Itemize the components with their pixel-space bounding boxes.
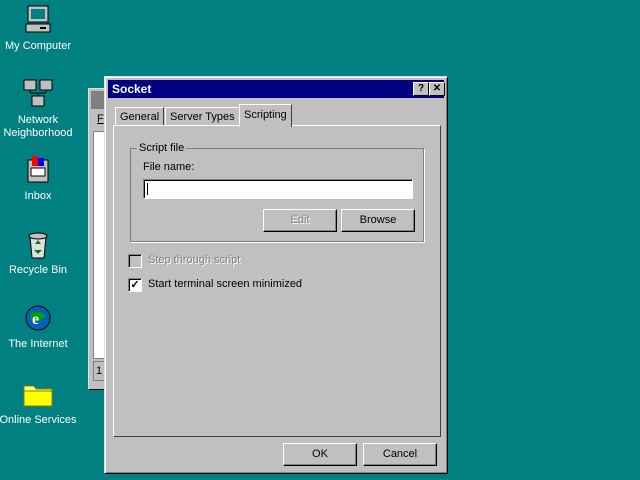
scripting-panel: Script file File name: Edit Browse Step … [113, 125, 441, 437]
desktop-icon-recycle-bin[interactable]: Recycle Bin [0, 228, 78, 277]
step-through-label: Step through script [148, 254, 241, 266]
ok-button[interactable]: OK [283, 443, 357, 466]
folder-icon [22, 378, 54, 410]
script-file-legend: Script file [137, 142, 187, 154]
desktop-icon-label: Recycle Bin [8, 264, 68, 276]
desktop-icon-the-internet[interactable]: e The Internet [0, 302, 78, 351]
network-icon [22, 78, 54, 110]
cancel-button[interactable]: Cancel [363, 443, 437, 466]
tab-server-types[interactable]: Server Types [165, 107, 240, 126]
desktop-icon-online-services[interactable]: Online Services [0, 378, 78, 427]
desktop-icon-label: My Computer [4, 40, 72, 52]
socket-dialog: Socket ? ✕ General Server Types Scriptin… [104, 76, 448, 474]
dialog-titlebar[interactable]: Socket ? ✕ [108, 80, 445, 98]
step-through-checkbox[interactable] [128, 254, 142, 268]
tab-scripting[interactable]: Scripting [239, 104, 292, 127]
computer-icon [22, 4, 54, 36]
background-window-menu[interactable]: F [97, 113, 104, 125]
desktop-icon-label: Inbox [24, 190, 52, 202]
internet-icon: e [22, 302, 54, 334]
tab-general[interactable]: General [115, 107, 165, 126]
start-minimized-checkbox[interactable]: ✓ [128, 278, 142, 292]
desktop-icon-my-computer[interactable]: My Computer [0, 4, 78, 53]
browse-button[interactable]: Browse [341, 209, 415, 232]
script-file-group: Script file File name: Edit Browse [130, 142, 424, 242]
desktop-icon-label: The Internet [8, 338, 68, 350]
close-button[interactable]: ✕ [429, 82, 445, 96]
file-name-label: File name: [143, 161, 195, 173]
svg-text:e: e [32, 311, 39, 328]
desktop-icon-label: Network Neighborhood [3, 114, 73, 139]
recycle-bin-icon [22, 228, 54, 260]
dialog-title: Socket [112, 82, 152, 96]
text-caret [147, 183, 148, 195]
edit-button[interactable]: Edit [263, 209, 337, 232]
desktop-icon-network-neighborhood[interactable]: Network Neighborhood [0, 78, 78, 140]
file-name-input[interactable] [143, 179, 413, 199]
inbox-icon [22, 154, 54, 186]
help-button[interactable]: ? [413, 82, 429, 96]
start-minimized-label: Start terminal screen minimized [148, 278, 303, 290]
desktop-icon-inbox[interactable]: Inbox [0, 154, 78, 203]
desktop-icon-label: Online Services [0, 414, 77, 426]
